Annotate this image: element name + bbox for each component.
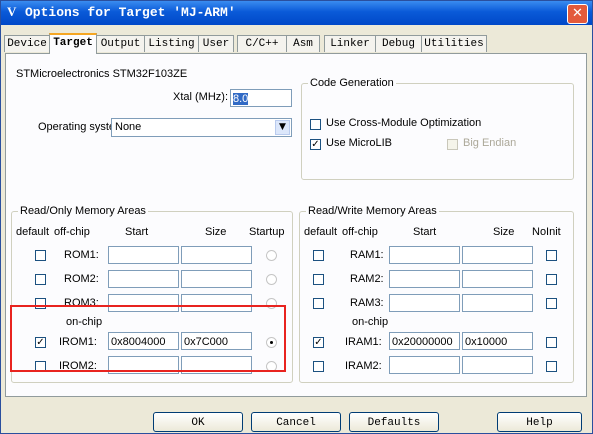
iram1-size-input[interactable]: 0x10000 — [462, 332, 533, 350]
ram2-default-checkbox[interactable] — [313, 274, 324, 285]
rom2-label: ROM2: — [64, 273, 99, 285]
rom-header-offchip: off-chip — [54, 226, 90, 238]
ram3-label: RAM3: — [350, 297, 384, 309]
ram1-label: RAM1: — [350, 249, 384, 261]
ram-areas-title: Read/Write Memory Areas — [306, 205, 439, 217]
iram2-size-input[interactable] — [462, 356, 533, 374]
rom2-startup-radio[interactable] — [266, 274, 277, 285]
ram-header-offchip: off-chip — [342, 226, 378, 238]
ram1-default-checkbox[interactable] — [313, 250, 324, 261]
device-name: STMicroelectronics STM32F103ZE — [16, 68, 188, 80]
rom2-size-input[interactable] — [181, 270, 252, 288]
iram2-noinit-checkbox[interactable] — [546, 361, 557, 372]
os-value: None — [115, 121, 142, 133]
iram1-noinit-checkbox[interactable] — [546, 337, 557, 348]
app-icon: V — [7, 4, 17, 19]
irom1-highlight-box — [10, 305, 286, 372]
help-button[interactable]: Help — [497, 412, 582, 432]
code-generation-title: Code Generation — [308, 77, 396, 89]
rom2-start-input[interactable] — [108, 270, 179, 288]
tab-listing[interactable]: Listing — [144, 35, 199, 52]
ram-onchip-label: on-chip — [352, 316, 389, 328]
tab-utilities[interactable]: Utilities — [421, 35, 487, 52]
cross-module-checkbox[interactable] — [310, 119, 321, 130]
xtal-input[interactable]: 8.0 — [230, 89, 292, 107]
ram3-default-checkbox[interactable] — [313, 298, 324, 309]
big-endian-checkbox[interactable] — [447, 139, 458, 150]
rom1-label: ROM1: — [64, 249, 99, 261]
cross-module-label: Use Cross-Module Optimization — [326, 117, 482, 129]
tab-linker[interactable]: Linker — [324, 35, 376, 52]
big-endian-label: Big Endian — [463, 137, 517, 149]
rom1-startup-radio[interactable] — [266, 250, 277, 261]
iram1-start-input[interactable]: 0x20000000 — [389, 332, 460, 350]
close-button[interactable]: ✕ — [567, 4, 588, 24]
tab-output[interactable]: Output — [96, 35, 145, 52]
ram1-start-input[interactable] — [389, 246, 460, 264]
os-select[interactable]: None ▼ — [111, 118, 292, 137]
microlib-checkbox[interactable]: ✓ — [310, 139, 321, 150]
chevron-down-icon[interactable]: ▼ — [275, 120, 290, 135]
rom-header-default: default — [16, 226, 50, 238]
ram3-size-input[interactable] — [462, 294, 533, 312]
rom2-default-checkbox[interactable] — [35, 274, 46, 285]
options-dialog: V Options for Target 'MJ-ARM' ✕ Device T… — [0, 0, 593, 434]
tab-device[interactable]: Device — [4, 35, 50, 52]
rom-header-start: Start — [125, 226, 149, 238]
iram2-label: IRAM2: — [345, 360, 382, 372]
ram2-noinit-checkbox[interactable] — [546, 274, 557, 285]
title-bar[interactable]: V Options for Target 'MJ-ARM' ✕ — [1, 1, 592, 25]
rom1-default-checkbox[interactable] — [35, 250, 46, 261]
ram1-noinit-checkbox[interactable] — [546, 250, 557, 261]
tab-user[interactable]: User — [198, 35, 234, 52]
rom1-start-input[interactable] — [108, 246, 179, 264]
iram1-default-checkbox[interactable]: ✓ — [313, 337, 324, 348]
ok-button[interactable]: OK — [153, 412, 243, 432]
defaults-button[interactable]: Defaults — [349, 412, 439, 432]
tab-asm[interactable]: Asm — [286, 35, 320, 52]
ram3-start-input[interactable] — [389, 294, 460, 312]
ram-header-noinit: NoInit — [532, 226, 561, 238]
ram2-label: RAM2: — [350, 273, 384, 285]
ram2-size-input[interactable] — [462, 270, 533, 288]
ram-areas-group: Read/Write Memory Areas default off-chip… — [299, 205, 574, 383]
cancel-button[interactable]: Cancel — [251, 412, 341, 432]
microlib-label: Use MicroLIB — [326, 137, 393, 149]
iram1-label: IRAM1: — [345, 336, 382, 348]
rom-header-startup: Startup — [249, 226, 285, 238]
rom-header-size: Size — [205, 226, 227, 238]
iram2-default-checkbox[interactable] — [313, 361, 324, 372]
rom1-size-input[interactable] — [181, 246, 252, 264]
ram-header-default: default — [304, 226, 338, 238]
tab-target[interactable]: Target — [49, 33, 97, 54]
ram3-noinit-checkbox[interactable] — [546, 298, 557, 309]
tab-debug[interactable]: Debug — [375, 35, 422, 52]
xtal-label: Xtal (MHz): — [173, 91, 228, 103]
iram2-start-input[interactable] — [389, 356, 460, 374]
ram1-size-input[interactable] — [462, 246, 533, 264]
ram-header-size: Size — [493, 226, 515, 238]
xtal-value: 8.0 — [233, 93, 249, 105]
window-title: Options for Target 'MJ-ARM' — [25, 5, 236, 20]
code-generation-group: Code Generation Use Cross-Module Optimiz… — [301, 77, 574, 180]
ram-header-start: Start — [413, 226, 437, 238]
ram2-start-input[interactable] — [389, 270, 460, 288]
rom-areas-title: Read/Only Memory Areas — [18, 205, 148, 217]
tab-cpp[interactable]: C/C++ — [237, 35, 287, 52]
